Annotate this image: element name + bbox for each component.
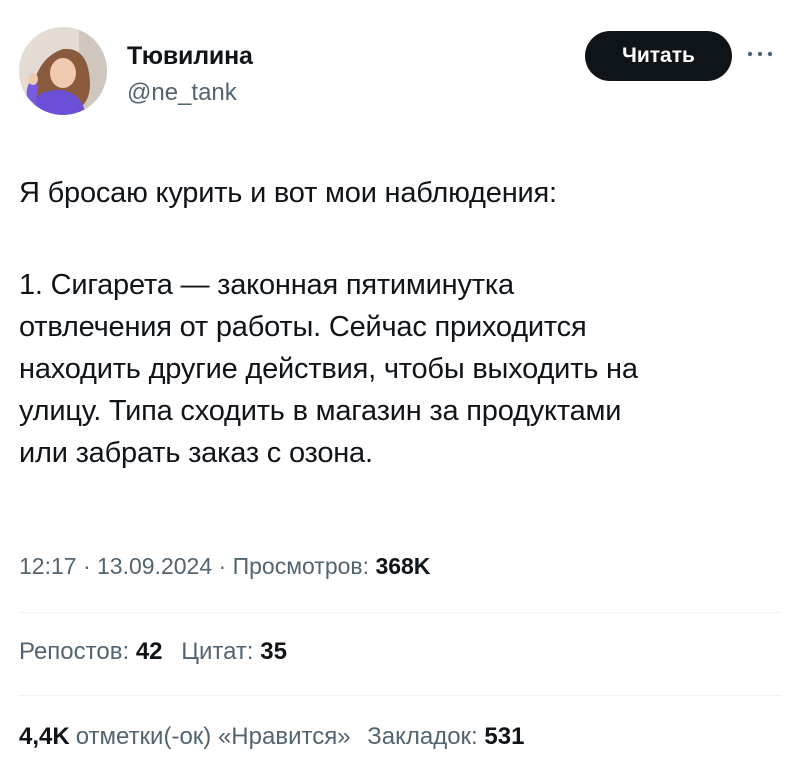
author-handle[interactable]: @ne_tank <box>127 79 237 107</box>
bookmarks-stat[interactable]: Закладок: 531 <box>367 723 536 750</box>
likes-stat[interactable]: 4,4K отметки(-ок) «Нравится» <box>19 723 351 750</box>
tweet-meta: 12:17 · 13.09.2024 · Просмотров: 368K <box>19 553 430 580</box>
avatar-photo <box>19 27 107 115</box>
tweet-line: 1. Сигарета — законная пятиминутка <box>19 269 514 301</box>
bookmarks-count: 531 <box>484 723 525 750</box>
more-options-button[interactable] <box>742 38 778 70</box>
tweet-line: отвлечения от работы. Сейчас приходится <box>19 311 587 343</box>
bookmarks-label: Закладок: <box>367 723 478 750</box>
quotes-count: 35 <box>260 638 287 665</box>
engagement-row-1: Репостов: 42 Цитат: 35 <box>19 638 299 666</box>
avatar[interactable] <box>19 27 107 115</box>
likes-label: отметки(-ок) «Нравится» <box>75 723 351 750</box>
reposts-stat[interactable]: Репостов: 42 <box>19 638 175 665</box>
reposts-label: Репостов: <box>19 638 130 665</box>
tweet-date[interactable]: 13.09.2024 <box>97 553 212 579</box>
views-label: Просмотров: <box>232 553 370 579</box>
more-dots-icon <box>747 51 773 57</box>
tweet-time[interactable]: 12:17 <box>19 553 77 579</box>
tweet-line: или забрать заказ с озона. <box>19 437 373 469</box>
views-count: 368K <box>375 553 431 579</box>
quotes-label: Цитат: <box>181 638 254 665</box>
likes-count: 4,4K <box>19 723 70 750</box>
tweet-line: улицу. Типа сходить в магазин за продукт… <box>19 395 622 427</box>
quotes-stat[interactable]: Цитат: 35 <box>181 638 299 665</box>
follow-button[interactable]: Читать <box>585 31 732 81</box>
engagement-row-2: 4,4K отметки(-ок) «Нравится» Закладок: 53… <box>19 723 536 751</box>
meta-separator: · <box>212 553 233 579</box>
meta-separator: · <box>76 553 98 579</box>
author-display-name[interactable]: Тювилина <box>127 42 253 71</box>
tweet-card: Тювилина @ne_tank Читать Я бросаю курить… <box>0 0 800 769</box>
divider <box>19 695 781 696</box>
tweet-body-text: 1. Сигарета — законная пятиминутка отвле… <box>19 264 789 474</box>
divider <box>19 612 781 613</box>
tweet-intro-text: Я бросаю курить и вот мои наблюдения: <box>19 177 557 209</box>
tweet-line: находить другие действия, чтобы выходить… <box>19 353 638 385</box>
reposts-count: 42 <box>135 638 163 665</box>
